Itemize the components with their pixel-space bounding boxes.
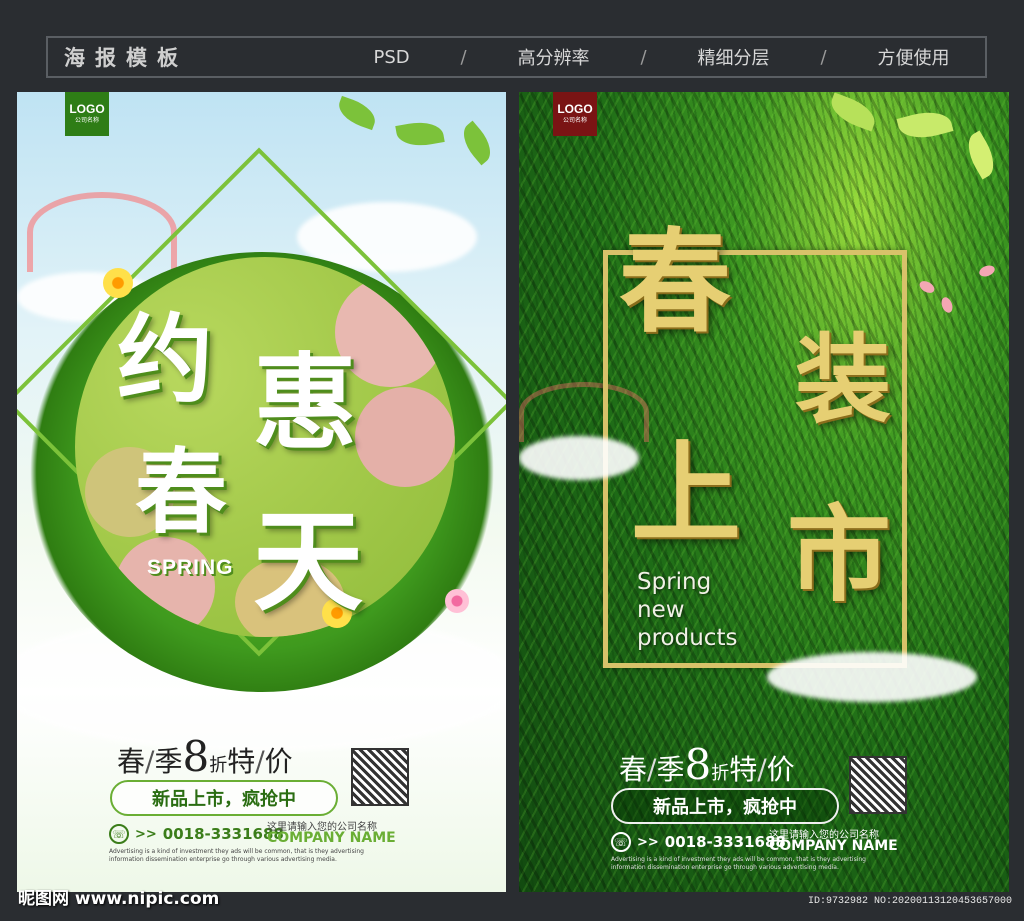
petal-decoration <box>977 263 997 279</box>
title-char: 天 <box>253 497 363 626</box>
leaf-icon <box>395 118 445 150</box>
petal-decoration <box>939 295 955 315</box>
company-name-en: COMPANY NAME <box>769 838 898 854</box>
nipic-watermark: 昵图网 www.nipic.com <box>18 889 220 909</box>
ad-text: Advertising is a kind of investment they… <box>109 848 364 863</box>
phone-icon: ☏ <box>109 824 129 844</box>
rose-pattern <box>355 387 455 487</box>
header-bar: 海报模板 PSD / 高分辨率 / 精细分层 / 方便使用 <box>46 36 987 78</box>
separator: / <box>460 46 467 68</box>
spring-new-products: Spring new products <box>637 569 738 651</box>
separator: / <box>820 46 827 68</box>
price-line: 春/季8折特/价 <box>117 732 293 781</box>
title-char: 约 <box>117 303 213 416</box>
title-char: 春 <box>619 217 731 348</box>
contact-line: ☏ >> 0018-3331688 <box>109 824 284 844</box>
slogan-pill: 新品上市，疯抢中 <box>110 780 338 816</box>
cloud-decoration <box>519 436 639 480</box>
petal-decoration <box>917 278 937 296</box>
title-char: 上 <box>631 429 741 558</box>
company-name-en: COMPANY NAME <box>267 830 396 846</box>
feature-psd: PSD <box>373 46 410 68</box>
company-logo: LOGO 公司名称 <box>553 92 597 136</box>
title-char: 装 <box>795 323 891 436</box>
separator: / <box>640 46 647 68</box>
spring-label: SPRING <box>147 556 234 579</box>
title-char: 市 <box>787 493 892 616</box>
leaf-icon <box>826 92 880 132</box>
title-char: 惠 <box>253 341 358 464</box>
header-features: PSD / 高分辨率 / 精细分层 / 方便使用 <box>348 44 985 70</box>
cloud-decoration <box>767 652 977 702</box>
rose-pattern <box>115 537 215 637</box>
feature-easy-use: 方便使用 <box>877 48 950 69</box>
poster-spring-new: LOGO 公司名称 春 装 上 市 Spring new products 春/… <box>519 92 1009 892</box>
leaf-icon <box>455 120 499 166</box>
feature-high-res: 高分辨率 <box>517 48 590 69</box>
phone-icon: ☏ <box>611 832 631 852</box>
qr-code-placeholder <box>351 748 409 806</box>
leaf-icon <box>960 130 1002 180</box>
price-line: 春/季8折特/价 <box>619 740 795 789</box>
pink-flower-icon <box>445 589 469 613</box>
ad-text: Advertising is a kind of investment they… <box>611 856 866 871</box>
company-logo: LOGO 公司名称 <box>65 92 109 136</box>
slogan-pill: 新品上市，疯抢中 <box>611 788 839 824</box>
leaf-icon <box>334 95 380 131</box>
qr-code-placeholder <box>849 756 907 814</box>
image-id-text: ID:9732982 NO:20200113120453657000 <box>807 896 1012 907</box>
feature-layers: 精细分层 <box>697 48 770 69</box>
leaf-icon <box>896 105 954 145</box>
poster-spring-sale: LOGO 公司名称 约 惠 春 天 SPRING 春/季8折特/价 新品上市，疯… <box>17 92 506 892</box>
header-title: 海报模板 <box>64 46 188 70</box>
title-char: 春 <box>135 438 228 546</box>
contact-line: ☏ >> 0018-3331688 <box>611 832 786 852</box>
